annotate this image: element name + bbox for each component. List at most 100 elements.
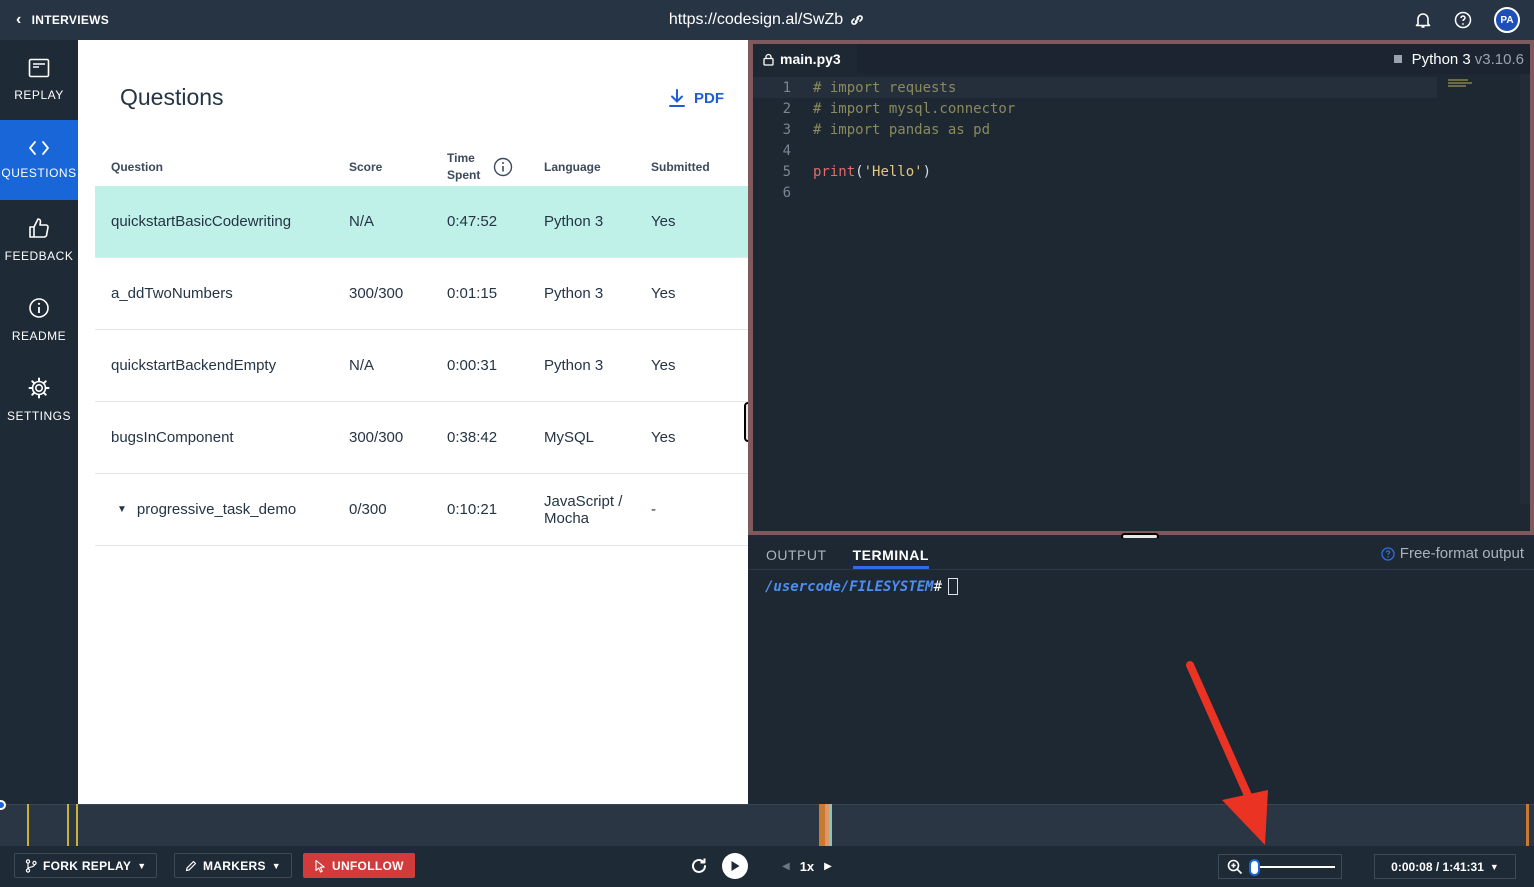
- code-line-text: # import pandas as pd: [813, 121, 991, 138]
- play-button[interactable]: [722, 853, 748, 879]
- prompt-path: /usercode/FILESYSTEM: [765, 578, 934, 595]
- timeline-marker[interactable]: [27, 804, 29, 846]
- header-question[interactable]: Question: [95, 160, 349, 174]
- free-format-output-link[interactable]: Free-format output: [1381, 545, 1524, 562]
- speed-increase-icon[interactable]: ▶: [824, 861, 832, 872]
- cell-question: quickstartBasicCodewriting: [111, 213, 292, 230]
- questions-panel: Questions PDF Question Score Time Spent …: [78, 40, 748, 804]
- fork-icon: [25, 858, 37, 873]
- file-tab-label: main.py3: [780, 51, 841, 67]
- cell-question-label: progressive_task_demo: [136, 501, 297, 518]
- code-line: 1 # import requests: [753, 77, 1437, 98]
- expand-caret-icon[interactable]: ▼: [117, 504, 127, 515]
- info-icon: [29, 298, 49, 318]
- sidebar-item-settings[interactable]: SETTINGS: [0, 360, 78, 440]
- timeline-marker[interactable]: [67, 804, 69, 846]
- sidebar-item-feedback[interactable]: FEEDBACK: [0, 200, 78, 280]
- timeline-playhead[interactable]: [0, 800, 6, 810]
- editor-tabs: main.py3 Python 3 v3.10.6: [753, 44, 1530, 74]
- cell-score: N/A: [349, 213, 375, 230]
- caret-down-icon: ▼: [137, 860, 147, 871]
- help-icon[interactable]: [1454, 11, 1472, 29]
- tab-output[interactable]: OUTPUT: [766, 547, 827, 569]
- pencil-icon: [185, 860, 197, 871]
- cell-language: Python 3: [544, 285, 604, 302]
- back-to-interviews[interactable]: ‹ INTERVIEWS: [0, 12, 109, 28]
- help-icon: [1381, 546, 1395, 561]
- cell-time: 0:00:31: [447, 357, 498, 374]
- code-line: 4: [782, 142, 791, 159]
- header-time-spent[interactable]: Time Spent: [447, 150, 544, 184]
- interview-url[interactable]: https://codesign.al/SwZb: [669, 11, 843, 29]
- pdf-download-button[interactable]: PDF: [668, 88, 724, 108]
- code-line-text: # import mysql.connector: [813, 100, 1016, 117]
- replay-icon: [28, 58, 50, 78]
- editor-scrollbar[interactable]: [1520, 74, 1530, 504]
- zoom-slider-track[interactable]: [1253, 866, 1335, 868]
- cell-score: 0/300: [349, 501, 387, 518]
- top-bar: ‹ INTERVIEWS https://codesign.al/SwZb PA: [0, 0, 1534, 40]
- pdf-label: PDF: [694, 89, 724, 107]
- link-icon[interactable]: [849, 12, 865, 28]
- free-format-label: Free-format output: [1399, 545, 1524, 562]
- header-language[interactable]: Language: [544, 160, 651, 174]
- file-tab[interactable]: main.py3: [753, 44, 857, 74]
- tab-terminal[interactable]: TERMINAL: [852, 547, 929, 569]
- cell-time: 0:01:15: [447, 285, 498, 302]
- unfollow-button[interactable]: UNFOLLOW: [303, 853, 415, 878]
- table-header: Question Score Time Spent Language Submi…: [95, 148, 748, 186]
- markers-button[interactable]: MARKERS ▼: [174, 853, 292, 878]
- table-row[interactable]: a_ddTwoNumbers 300/300 0:01:15 Python 3 …: [95, 258, 748, 330]
- timeline-marker[interactable]: [1526, 804, 1529, 846]
- timeline-track: [0, 804, 1534, 805]
- cell-submitted: Yes: [651, 357, 676, 374]
- terminal-panel: OUTPUT TERMINAL Free-format output /user…: [748, 538, 1534, 804]
- sidebar-item-label: SETTINGS: [6, 409, 71, 423]
- cell-time: 0:38:42: [447, 429, 498, 446]
- cursor-pointer-icon: [315, 859, 325, 873]
- header-time-spent-label: Time Spent: [447, 151, 481, 182]
- zoom-slider-handle[interactable]: [1249, 859, 1260, 876]
- table-row[interactable]: quickstartBasicCodewriting N/A 0:47:52 P…: [95, 186, 748, 258]
- sidebar-item-questions[interactable]: QUESTIONS: [0, 120, 78, 200]
- terminal-prompt[interactable]: /usercode/FILESYSTEM #: [765, 578, 959, 595]
- cell-submitted: Yes: [651, 429, 676, 446]
- table-row[interactable]: ▼ progressive_task_demo 0/300 0:10:21 Ja…: [95, 474, 748, 546]
- cell-question: ▼ progressive_task_demo: [95, 501, 349, 518]
- prompt-symbol: #: [933, 578, 943, 595]
- timeline-marker[interactable]: [829, 804, 832, 846]
- cell-language: Python 3: [544, 213, 604, 230]
- cell-question: bugsInComponent: [111, 429, 234, 446]
- time-display[interactable]: 0:00:08 / 1:41:31 ▼: [1374, 854, 1516, 879]
- avatar[interactable]: PA: [1494, 7, 1520, 33]
- bell-icon[interactable]: [1414, 11, 1432, 29]
- language-status-icon: [1393, 55, 1402, 63]
- sidebar-item-replay[interactable]: REPLAY: [0, 40, 78, 120]
- info-icon[interactable]: [493, 157, 513, 177]
- code-minimap[interactable]: [1448, 79, 1474, 89]
- header-score[interactable]: Score: [349, 160, 447, 174]
- code-line: 2 # import mysql.connector: [782, 100, 1016, 117]
- code-line-text: # import requests: [813, 79, 957, 96]
- restart-icon[interactable]: [690, 857, 708, 875]
- gear-icon: [28, 377, 50, 399]
- table-row[interactable]: quickstartBackendEmpty N/A 0:00:31 Pytho…: [95, 330, 748, 402]
- code-line: 3 # import pandas as pd: [782, 121, 991, 138]
- sidebar-item-label: FEEDBACK: [4, 249, 74, 263]
- code-area[interactable]: 1 # import requests 2 # import mysql.conne…: [753, 74, 1530, 203]
- time-value: 0:00:08 / 1:41:31: [1391, 859, 1484, 874]
- language-name: Python 3: [1411, 50, 1471, 68]
- cell-submitted: Yes: [651, 213, 676, 230]
- replay-timeline[interactable]: [0, 800, 1534, 846]
- table-row[interactable]: bugsInComponent 300/300 0:38:42 MySQL Ye…: [95, 402, 748, 474]
- sidebar-item-readme[interactable]: README: [0, 280, 78, 360]
- terminal-tabs: OUTPUT TERMINAL Free-format output: [748, 538, 1534, 570]
- code-line: 6: [782, 184, 791, 201]
- speed-decrease-icon[interactable]: ◀: [782, 861, 790, 872]
- speed-value: 1x: [799, 858, 815, 874]
- url-bar: https://codesign.al/SwZb: [0, 0, 1534, 40]
- fork-replay-button[interactable]: FORK REPLAY ▼: [14, 853, 158, 878]
- header-submitted[interactable]: Submitted: [651, 160, 748, 174]
- cell-submitted: -: [651, 501, 656, 518]
- timeline-marker[interactable]: [76, 804, 78, 846]
